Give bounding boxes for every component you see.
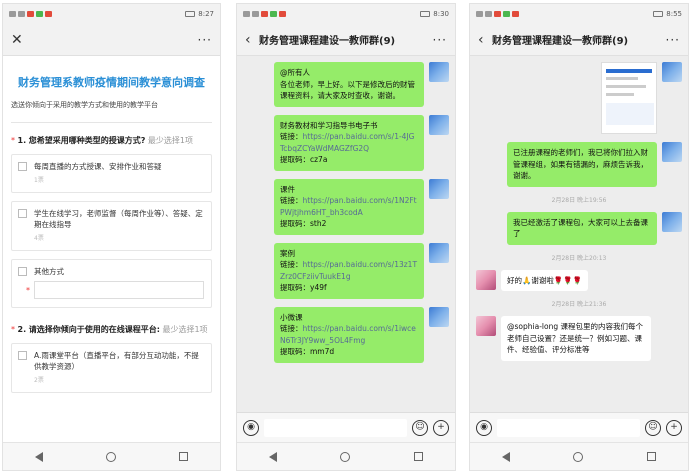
close-icon[interactable]: ✕	[11, 32, 31, 48]
nav-recent-icon[interactable]	[179, 452, 189, 461]
avatar[interactable]	[429, 114, 449, 135]
timestamp: 2月28日 晚上21:36	[551, 301, 607, 308]
avatar[interactable]	[429, 62, 449, 82]
survey-subtitle: 选送你倾向于采用的教学方式和使用的教学平台	[11, 101, 158, 109]
chat-message[interactable]: 已注册课程的老师们，我已将你们拉入财管课程组，如果有错漏的，麻烦告诉我，谢谢。	[476, 142, 682, 187]
avatar[interactable]	[662, 62, 682, 82]
other-text-input[interactable]: *	[26, 281, 204, 299]
battery-icon	[185, 11, 196, 17]
nav-back-icon[interactable]	[268, 451, 277, 462]
message-input[interactable]	[497, 418, 640, 437]
nav-home-icon[interactable]	[105, 451, 116, 462]
status-time: 8:30	[433, 10, 449, 18]
voice-icon[interactable]: ◉	[476, 419, 492, 436]
chat-message[interactable]: 我已经激活了课程包，大家可以上去备课了	[476, 211, 682, 245]
checkbox[interactable]	[18, 351, 27, 360]
emoji-icon[interactable]: ☺	[645, 419, 661, 436]
chat-message[interactable]: 课件 链接：https://pan.baidu.com/s/1N2FtPWjtj…	[243, 178, 449, 235]
nav-back-icon[interactable]	[501, 451, 510, 462]
system-nav-bar	[237, 442, 455, 470]
more-icon[interactable]: ···	[433, 33, 447, 47]
screenshot-image[interactable]	[601, 62, 657, 134]
chat-message[interactable]: 小微课 链接：https://pan.baidu.com/s/1iwceN6Tr…	[243, 306, 449, 363]
chat-input-bar: ◉ ☺ +	[470, 412, 688, 442]
checkbox[interactable]	[18, 209, 27, 218]
option-other[interactable]: 其他方式 *	[11, 259, 212, 308]
system-nav-bar	[3, 442, 220, 470]
status-time: 8:55	[666, 10, 682, 18]
option-online-study[interactable]: 学生在线学习，老师监督（每周作业等）、答疑、定期在线指导 4票	[11, 201, 212, 251]
checkbox[interactable]	[18, 162, 27, 171]
avatar[interactable]	[429, 306, 449, 327]
nav-recent-icon[interactable]	[647, 452, 657, 461]
chat-title: 财务管理课程建设一教师群(9)	[492, 36, 629, 47]
chat-screen-discussion: 8:55 ‹ 财务管理课程建设一教师群(9) ··· 已注册课程的老师们，我已将…	[469, 3, 689, 471]
chat-message[interactable]: 好的🙏谢谢啦🌹🌹🌹	[476, 269, 682, 291]
back-icon[interactable]: ‹	[245, 32, 259, 48]
avatar[interactable]	[429, 178, 449, 199]
status-time: 8:27	[198, 10, 214, 18]
option-rain-classroom[interactable]: A.雨课堂平台（直播平台，有部分互动功能，不提供教学资源） 2票	[11, 343, 212, 393]
battery-icon	[653, 11, 664, 17]
question-2: * 2. 请选择你倾向于使用的在线课程平台: 最少选择1项	[11, 325, 208, 334]
top-bar: ✕ ···	[3, 24, 220, 56]
chat-top-bar: ‹ 财务管理课程建设一教师群(9) ···	[237, 24, 455, 56]
chat-message[interactable]: @sophia-long 课程包里的内容我们每个老师自己设置？还是统一？例如习题…	[476, 316, 682, 361]
battery-icon	[420, 11, 431, 17]
question-1: * 1. 您希望采用哪种类型的授课方式? 最少选择1项	[11, 136, 193, 145]
nav-recent-icon[interactable]	[414, 452, 424, 461]
emoji-icon[interactable]: ☺	[412, 419, 428, 436]
status-bar: 8:30	[237, 4, 455, 24]
chat-input-bar: ◉ ☺ +	[237, 412, 455, 442]
chat-message[interactable]: 财务教材和学习指导书电子书 链接：https://pan.baidu.com/s…	[243, 114, 449, 171]
nav-home-icon[interactable]	[340, 451, 351, 462]
status-bar: 8:55	[470, 4, 688, 24]
chat-title: 财务管理课程建设一教师群(9)	[259, 36, 396, 47]
more-icon[interactable]: ···	[666, 33, 680, 47]
avatar[interactable]	[476, 316, 496, 336]
timestamp: 2月28日 晚上19:56	[551, 196, 607, 204]
plus-icon[interactable]: +	[433, 419, 449, 436]
chat-message[interactable]: @所有人 各位老师，早上好。以下是修改后的财管课程资料，请大家及时查收，谢谢。	[243, 62, 449, 107]
status-bar: 8:27	[3, 4, 220, 24]
survey-screen: 8:27 ✕ ··· 财务管理系教师疫情期间教学意向调查 选送你倾向于采用的教学…	[2, 3, 221, 471]
nav-back-icon[interactable]	[34, 451, 43, 462]
option-livestream[interactable]: 每周直播的方式授课、安排作业和答疑 1票	[11, 154, 212, 193]
avatar[interactable]	[662, 211, 682, 232]
message-input[interactable]	[264, 418, 407, 437]
plus-icon[interactable]: +	[666, 419, 682, 436]
chat-image-message[interactable]	[476, 62, 682, 134]
nav-home-icon[interactable]	[573, 451, 584, 462]
checkbox[interactable]	[18, 267, 27, 276]
avatar[interactable]	[429, 242, 449, 263]
avatar[interactable]	[662, 142, 682, 162]
more-icon[interactable]: ···	[198, 33, 212, 47]
survey-title: 财务管理系教师疫情期间教学意向调查	[18, 76, 205, 89]
avatar[interactable]	[476, 269, 496, 290]
chat-screen-links: 8:30 ‹ 财务管理课程建设一教师群(9) ··· @所有人 各位老师，早上好…	[236, 3, 456, 471]
voice-icon[interactable]: ◉	[243, 419, 259, 436]
timestamp: 2月28日 晚上20:13	[551, 254, 607, 262]
system-nav-bar	[470, 442, 688, 470]
chat-message[interactable]: 案例 链接：https://pan.baidu.com/s/13z1TZrz0C…	[243, 242, 449, 299]
back-icon[interactable]: ‹	[478, 32, 492, 48]
chat-top-bar: ‹ 财务管理课程建设一教师群(9) ···	[470, 24, 688, 56]
